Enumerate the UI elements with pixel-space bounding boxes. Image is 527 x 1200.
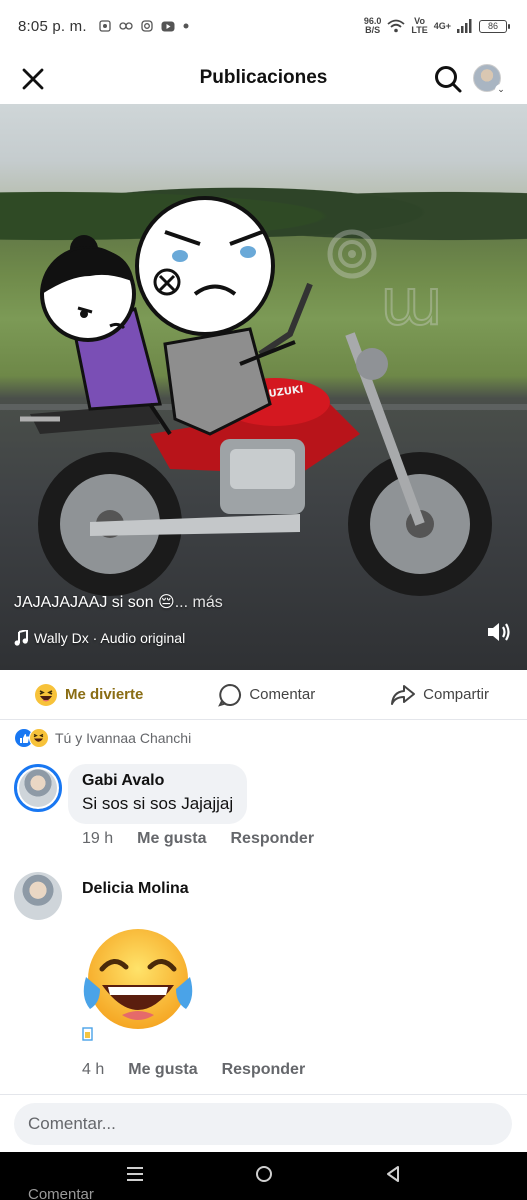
- share-icon: [391, 684, 416, 705]
- comment-text: Si sos si sos Jajajjaj: [82, 794, 234, 813]
- wifi-icon: [387, 19, 405, 33]
- network-type: 4G+: [433, 21, 451, 31]
- dot-icon: [183, 23, 189, 29]
- laughing-tears-emoji-icon: [83, 929, 193, 1029]
- commenter-avatar[interactable]: [14, 764, 62, 812]
- commenter-name[interactable]: Delicia Molina: [82, 880, 189, 920]
- speaker-icon: [488, 623, 510, 641]
- volte-bottom: LTE: [411, 25, 428, 35]
- search-button[interactable]: [433, 64, 463, 94]
- sticker-image[interactable]: [80, 927, 196, 1041]
- comment-input[interactable]: Comentar...: [14, 1103, 512, 1145]
- comment-meta: 19 h Me gusta Responder: [82, 830, 314, 848]
- video-illustration: ɯ SUZUKI: [0, 196, 527, 596]
- overlay-ghost-text: Comentar: [28, 1186, 94, 1200]
- comment-meta: 4 h Me gusta Responder: [82, 1061, 305, 1079]
- back-button[interactable]: [385, 1165, 401, 1188]
- menu-icon: [126, 1166, 143, 1181]
- reel-video[interactable]: ɯ SUZUKI JAJAJAJAAJ si son 😔... más Wall…: [0, 104, 527, 670]
- notification-icons: [99, 20, 189, 32]
- top-app-bar: Publicaciones ⌄: [0, 52, 527, 104]
- screenshot-notification-icon: [99, 20, 111, 32]
- reactions-summary[interactable]: Tú y Ivannaa Chanchi: [14, 728, 191, 748]
- close-button[interactable]: [18, 64, 48, 94]
- status-time: 8:05 p. m.: [18, 17, 87, 35]
- comment-item: Gabi Avalo Si sos si sos Jajajjaj: [14, 764, 248, 824]
- status-bar: 8:05 p. m. 96.0 B/S Vo LTE 4G+ 86: [0, 0, 527, 52]
- network-speed: 96.0 B/S: [364, 17, 382, 35]
- close-icon: [22, 68, 44, 90]
- react-button[interactable]: Me divierte: [34, 683, 143, 707]
- comment-like-button[interactable]: Me gusta: [128, 1061, 197, 1079]
- battery-icon: 86: [479, 19, 510, 33]
- share-button[interactable]: Compartir: [390, 683, 489, 707]
- comment-item: Delicia Molina: [14, 872, 189, 920]
- recent-apps-button[interactable]: [126, 1166, 144, 1187]
- link-notification-icon: [119, 22, 133, 30]
- comment-reply-button[interactable]: Responder: [230, 830, 314, 848]
- caption-text: JAJAJAJAAJ si son 😔: [14, 594, 175, 611]
- chevron-down-icon: ⌄: [495, 84, 507, 96]
- signal-icon: [457, 19, 472, 33]
- profile-menu-button[interactable]: ⌄: [473, 64, 507, 96]
- svg-text:ɯ: ɯ: [380, 266, 442, 340]
- reactions-summary-text: Tú y Ivannaa Chanchi: [55, 730, 192, 746]
- comment-bubble[interactable]: Gabi Avalo Si sos si sos Jajajjaj: [68, 764, 248, 824]
- commenter-name[interactable]: Gabi Avalo: [82, 772, 233, 790]
- status-right: 96.0 B/S Vo LTE 4G+ 86: [364, 17, 510, 35]
- sticker-source-icon: [82, 1027, 93, 1041]
- haha-reaction-icon: [35, 683, 57, 706]
- see-more-link[interactable]: ... más: [175, 594, 223, 611]
- comment-icon: [218, 683, 242, 707]
- audio-label: Wally Dx · Audio original: [34, 630, 186, 646]
- network-speed-unit: B/S: [365, 25, 381, 35]
- search-icon: [435, 66, 462, 93]
- back-triangle-icon: [387, 1165, 400, 1182]
- video-caption[interactable]: JAJAJAJAAJ si son 😔... más: [14, 592, 223, 612]
- comment-time: 19 h: [82, 830, 114, 847]
- youtube-icon: [161, 21, 175, 31]
- comment-button[interactable]: Comentar: [218, 683, 315, 707]
- volte-indicator: Vo LTE: [411, 17, 427, 35]
- post-actions: Me divierte Comentar Compartir: [0, 670, 527, 720]
- cartoon-riders: [40, 196, 296, 436]
- watermark-logo: ɯ: [327, 229, 443, 341]
- instagram-icon: [141, 20, 153, 32]
- comment-time: 4 h: [82, 1061, 105, 1078]
- status-left: 8:05 p. m.: [18, 18, 189, 35]
- comment-label: Comentar: [249, 686, 316, 703]
- comment-reply-button[interactable]: Responder: [222, 1061, 306, 1079]
- home-button[interactable]: [255, 1165, 273, 1188]
- comment-like-button[interactable]: Me gusta: [137, 830, 206, 848]
- reaction-icons: [14, 728, 49, 748]
- share-label: Compartir: [423, 686, 489, 703]
- music-note-icon: [14, 630, 28, 646]
- commenter-avatar[interactable]: [14, 872, 62, 920]
- volume-button[interactable]: [485, 618, 513, 646]
- audio-attribution[interactable]: Wally Dx · Audio original: [14, 630, 185, 646]
- comment-composer-bar: Comentar...: [0, 1094, 527, 1152]
- haha-reaction-badge-icon: [29, 728, 49, 748]
- home-circle-icon: [256, 1165, 273, 1182]
- react-label: Me divierte: [65, 686, 144, 703]
- page-title: Publicaciones: [199, 67, 328, 88]
